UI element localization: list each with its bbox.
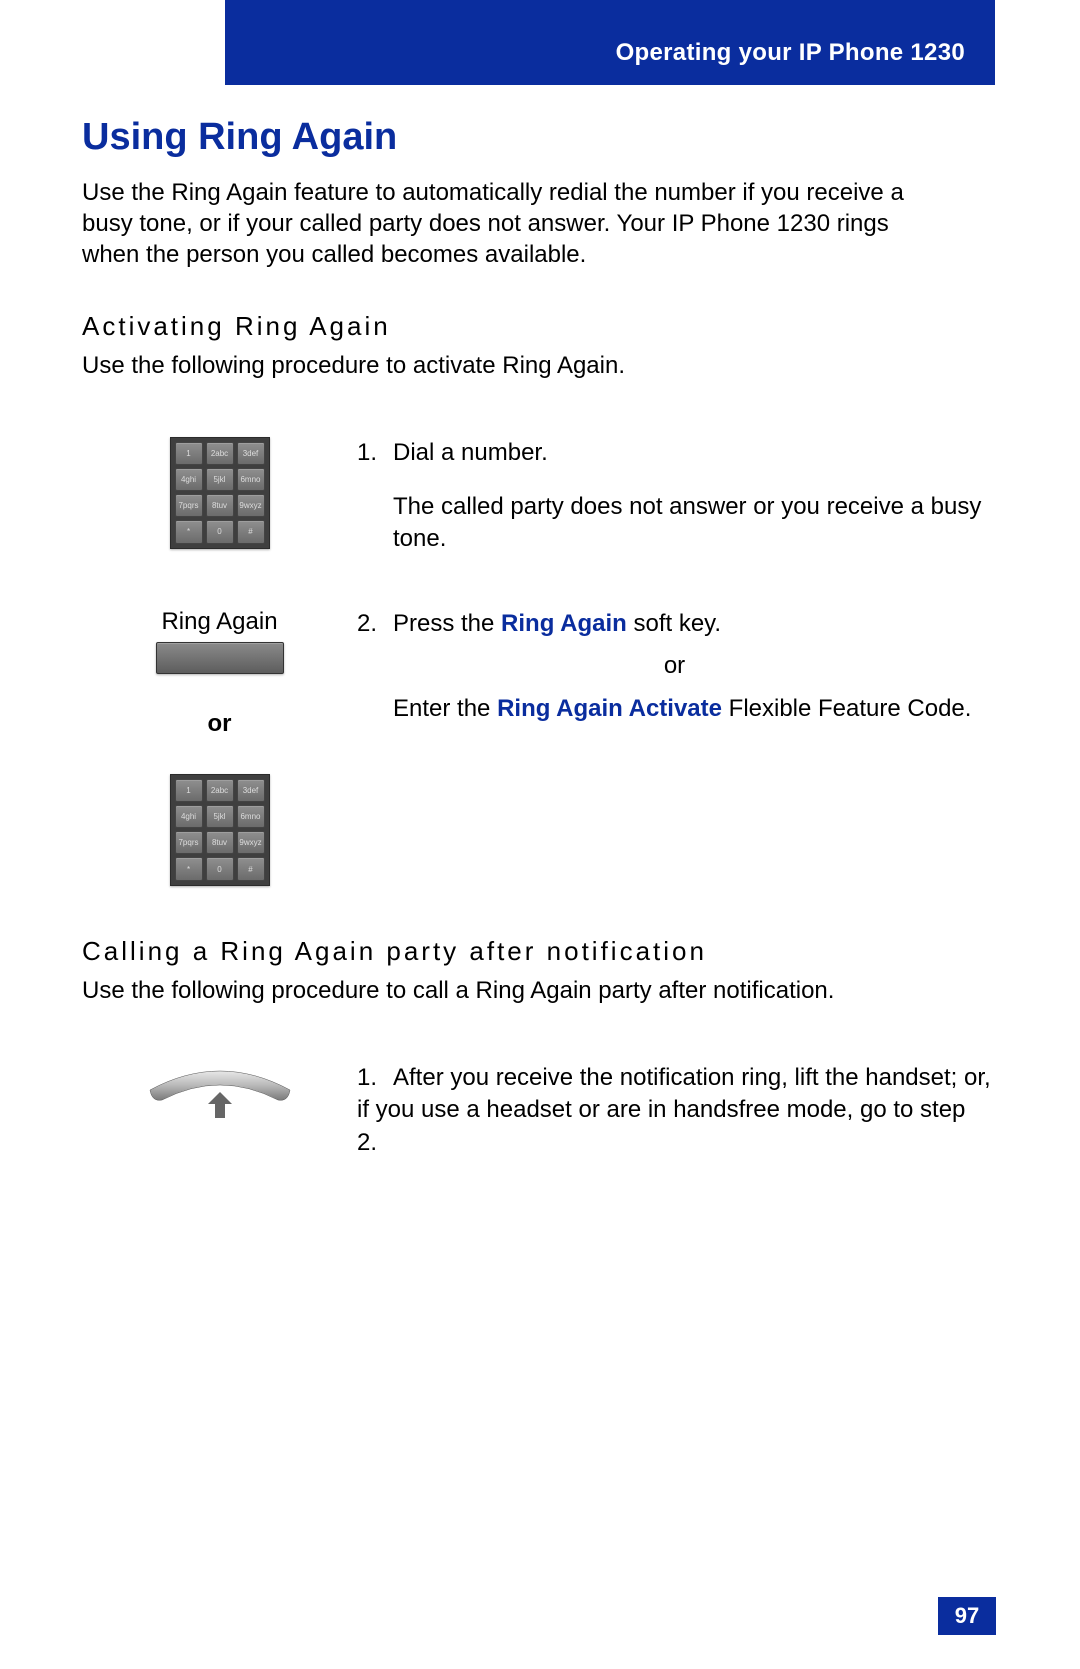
key-7: 7pqrs	[175, 494, 203, 517]
subheading-activating: Activating Ring Again	[82, 311, 992, 342]
keypad-icon: 1 2abc 3def 4ghi 5jkl 6mno 7pqrs 8tuv 9w…	[170, 437, 270, 549]
key-3: 3def	[237, 442, 265, 465]
key2-7: 7pqrs	[175, 831, 203, 854]
softkey-label: Ring Again	[161, 608, 277, 636]
step2-suffix2: Flexible Feature Code.	[722, 695, 971, 722]
key-star: *	[175, 520, 203, 543]
key-8: 8tuv	[206, 494, 234, 517]
page-header-band: Operating your IP Phone 1230	[225, 0, 995, 85]
section2-step1-graphic	[82, 1060, 357, 1127]
handset-lift-icon	[140, 1062, 300, 1127]
step1-number: 1.	[357, 437, 393, 469]
key2-5: 5jkl	[206, 805, 234, 828]
page-content: Using Ring Again Use the Ring Again feat…	[82, 116, 992, 1209]
section2-step1-row: 1.After you receive the notification rin…	[82, 1060, 992, 1159]
key-0: 0	[206, 520, 234, 543]
section2-step1-text: 1.After you receive the notification rin…	[357, 1060, 992, 1159]
key2-0: 0	[206, 857, 234, 880]
step2-hl2: Ring Again Activate	[497, 695, 722, 722]
step2-suffix1: soft key.	[627, 610, 721, 637]
keypad-icon-2: 1 2abc 3def 4ghi 5jkl 6mno 7pqrs 8tuv 9w…	[170, 774, 270, 886]
key2-4: 4ghi	[175, 805, 203, 828]
or-text-left: or	[208, 710, 232, 738]
step2-enter-prefix: Enter the	[393, 695, 497, 722]
key2-8: 8tuv	[206, 831, 234, 854]
step2-text: 2.Press the Ring Again soft key. or Ente…	[357, 606, 992, 725]
key-5: 5jkl	[206, 468, 234, 491]
key-4: 4ghi	[175, 468, 203, 491]
key2-6: 6mno	[237, 805, 265, 828]
softkey-wrap: Ring Again	[156, 608, 284, 674]
step1-graphic: 1 2abc 3def 4ghi 5jkl 6mno 7pqrs 8tuv 9w…	[82, 435, 357, 549]
softkey-button-icon	[156, 642, 284, 674]
step2-number: 2.	[357, 608, 393, 640]
step2-row: Ring Again or 1 2abc 3def 4ghi 5jkl 6mno…	[82, 606, 992, 886]
key-1: 1	[175, 442, 203, 465]
step1-line2: The called party does not answer or you …	[393, 491, 992, 556]
key2-1: 1	[175, 779, 203, 802]
key2-hash: #	[237, 857, 265, 880]
key2-2: 2abc	[206, 779, 234, 802]
step1-line1: Dial a number.	[393, 439, 548, 466]
step2-prefix: Press the	[393, 610, 501, 637]
key-hash: #	[237, 520, 265, 543]
step2-graphic: Ring Again or 1 2abc 3def 4ghi 5jkl 6mno…	[82, 606, 357, 886]
step2-hl1: Ring Again	[501, 610, 627, 637]
key-6: 6mno	[237, 468, 265, 491]
section2-intro: Use the following procedure to call a Ri…	[82, 977, 992, 1005]
section1-intro: Use the following procedure to activate …	[82, 352, 992, 380]
step2-or-center: or	[357, 650, 992, 682]
s2-step1-text: After you receive the notification ring,…	[357, 1064, 991, 1156]
key-9: 9wxyz	[237, 494, 265, 517]
intro-paragraph: Use the Ring Again feature to automatica…	[82, 177, 952, 271]
key2-3: 3def	[237, 779, 265, 802]
page-number-text: 97	[955, 1603, 979, 1629]
heading-using-ring-again: Using Ring Again	[82, 116, 992, 159]
s2-step1-number: 1.	[357, 1062, 393, 1094]
key-2: 2abc	[206, 442, 234, 465]
key2-9: 9wxyz	[237, 831, 265, 854]
page-header-text: Operating your IP Phone 1230	[616, 39, 965, 67]
step1-text: 1.Dial a number. The called party does n…	[357, 435, 992, 556]
page-number: 97	[938, 1597, 996, 1635]
step1-row: 1 2abc 3def 4ghi 5jkl 6mno 7pqrs 8tuv 9w…	[82, 435, 992, 556]
subheading-calling: Calling a Ring Again party after notific…	[82, 936, 992, 967]
key2-star: *	[175, 857, 203, 880]
